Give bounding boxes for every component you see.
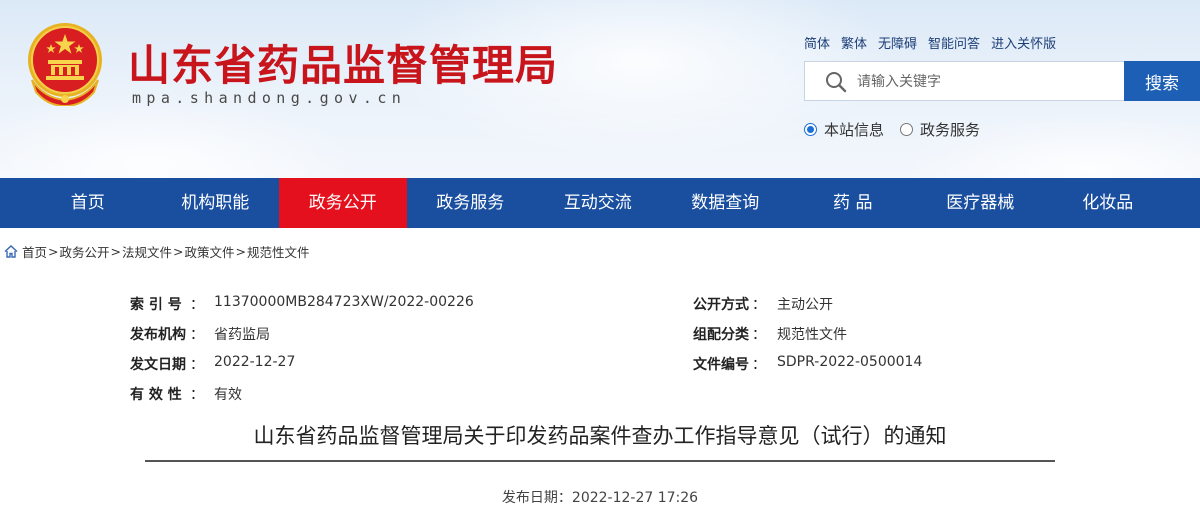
meta-colon: ：: [190, 297, 204, 313]
nav-item-home[interactable]: 首页: [24, 178, 152, 228]
meta-colon: ：: [752, 297, 766, 313]
breadcrumb-policy-files[interactable]: 政策文件: [185, 242, 235, 261]
breadcrumb-separator: >: [48, 244, 59, 259]
site-title[interactable]: 山东省药品监督管理局: [128, 32, 558, 93]
meta-row: 发文日期 ： 2022-12-27 文件编号 ： SDPR-2022-05000…: [0, 354, 1200, 384]
link-accessibility[interactable]: 无障碍: [878, 33, 917, 52]
home-icon: [4, 245, 18, 258]
nav-item-medical-devices[interactable]: 医疗器械: [917, 178, 1045, 228]
scope-option-services[interactable]: 政务服务: [900, 119, 980, 140]
scope-option-label: 政务服务: [920, 121, 981, 139]
meta-colon: ：: [752, 327, 766, 343]
site-header: 山东省药品监督管理局 mpa.shandong.gov.cn 简体 繁体 无障碍…: [0, 0, 1200, 178]
search-input[interactable]: [857, 71, 1117, 93]
article-title: 山东省药品监督管理局关于印发药品案件查办工作指导意见（试行）的通知: [253, 424, 947, 448]
nav-item-government-affairs[interactable]: 政务公开: [279, 178, 407, 228]
search-scope: 本站信息 政务服务: [804, 119, 996, 140]
meta-colon: ：: [190, 387, 204, 403]
nav-item-interaction[interactable]: 互动交流: [534, 178, 662, 228]
meta-category-label: 组配分类: [693, 327, 749, 343]
nav-item-drugs[interactable]: 药 品: [789, 178, 917, 228]
meta-publisher-value: 省药监局: [214, 327, 270, 343]
meta-index-label: 索 引 号: [130, 297, 182, 313]
title-divider: [145, 460, 1055, 462]
radio-unchecked-icon[interactable]: [900, 123, 914, 136]
publish-date: 发布日期：2022-12-27 17:26: [501, 490, 699, 506]
breadcrumb-normative-files[interactable]: 规范性文件: [247, 242, 310, 261]
scope-option-label: 本站信息: [824, 121, 885, 139]
meta-category-value: 规范性文件: [777, 327, 847, 343]
breadcrumb-regulations[interactable]: 法规文件: [122, 242, 172, 261]
national-emblem-icon: [28, 23, 102, 106]
search-button[interactable]: 搜索: [1124, 61, 1200, 101]
scope-option-site[interactable]: 本站信息: [804, 119, 884, 140]
nav-item-organization[interactable]: 机构职能: [152, 178, 280, 228]
meta-row: 有 效 性 ： 有效: [0, 384, 1200, 414]
meta-colon: ：: [752, 357, 766, 373]
meta-row: 索 引 号 ： 11370000MB284723XW/2022-00226 公开…: [0, 294, 1200, 324]
meta-date-value: 2022-12-27: [214, 354, 296, 370]
breadcrumb-government-affairs[interactable]: 政务公开: [60, 242, 110, 261]
link-elder-mode[interactable]: 进入关怀版: [991, 33, 1056, 52]
search-box: [804, 61, 1124, 101]
link-traditional[interactable]: 繁体: [841, 33, 867, 52]
meta-row: 发布机构 ： 省药监局 组配分类 ： 规范性文件: [0, 324, 1200, 354]
main-nav: 首页 机构职能 政务公开 政务服务 互动交流 数据查询 药 品 医疗器械 化妆品: [0, 178, 1200, 228]
nav-item-services[interactable]: 政务服务: [407, 178, 535, 228]
link-smart-qa[interactable]: 智能问答: [928, 33, 980, 52]
meta-colon: ：: [190, 327, 204, 343]
meta-publisher-label: 发布机构: [130, 327, 186, 343]
meta-open-method-value: 主动公开: [777, 297, 833, 313]
meta-doc-no-value: SDPR-2022-0500014: [777, 354, 923, 370]
meta-index-value: 11370000MB284723XW/2022-00226: [214, 294, 474, 310]
search-icon: [826, 72, 847, 93]
nav-item-cosmetics[interactable]: 化妆品: [1044, 178, 1172, 228]
meta-validity-value: 有效: [214, 387, 242, 403]
meta-open-method-label: 公开方式: [693, 297, 749, 313]
breadcrumb: 首页 > 政务公开 > 法规文件 > 政策文件 > 规范性文件: [4, 242, 310, 261]
link-simplified[interactable]: 简体: [804, 33, 830, 52]
nav-item-data-query[interactable]: 数据查询: [662, 178, 790, 228]
meta-date-label: 发文日期: [130, 357, 186, 373]
meta-doc-no-label: 文件编号: [693, 357, 749, 373]
breadcrumb-separator: >: [110, 244, 121, 259]
meta-validity-label: 有 效 性: [130, 387, 182, 403]
site-domain: mpa.shandong.gov.cn: [132, 89, 407, 107]
breadcrumb-separator: >: [173, 244, 184, 259]
top-links: 简体 繁体 无障碍 智能问答 进入关怀版: [804, 33, 1067, 52]
radio-checked-icon[interactable]: [804, 123, 817, 136]
breadcrumb-separator: >: [235, 244, 246, 259]
breadcrumb-home[interactable]: 首页: [22, 242, 47, 261]
meta-colon: ：: [190, 357, 204, 373]
